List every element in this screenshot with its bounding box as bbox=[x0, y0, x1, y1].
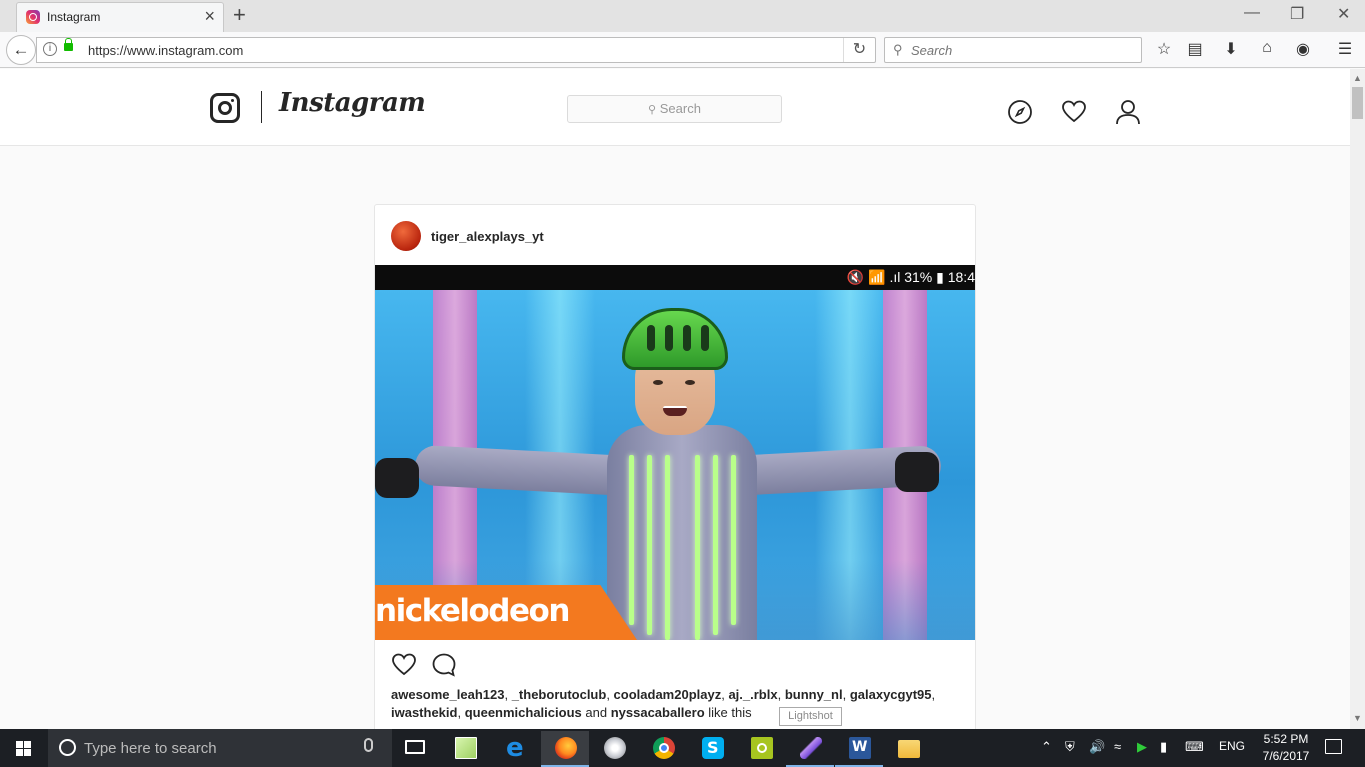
download-icon[interactable]: ⬇ bbox=[1221, 39, 1241, 59]
edge-icon[interactable]: e bbox=[492, 731, 540, 767]
scroll-down-icon[interactable]: ▼ bbox=[1353, 713, 1362, 723]
paint-app-icon[interactable] bbox=[590, 731, 638, 767]
heart-icon[interactable] bbox=[1061, 99, 1087, 125]
tray-expand-icon[interactable]: ⌃ bbox=[1041, 739, 1052, 755]
microphone-icon[interactable] bbox=[364, 738, 373, 752]
comment-icon[interactable] bbox=[431, 652, 457, 678]
new-tab-button[interactable]: + bbox=[233, 2, 246, 28]
liked-by-user[interactable]: nyssacaballero bbox=[611, 705, 705, 720]
start-button[interactable] bbox=[0, 729, 48, 767]
info-icon[interactable]: i bbox=[43, 42, 57, 56]
green-app-icon[interactable] bbox=[737, 731, 785, 767]
skype-icon[interactable]: S bbox=[688, 731, 736, 767]
instagram-favicon-icon bbox=[26, 10, 40, 24]
taskbar-search-placeholder: Type here to search bbox=[84, 740, 217, 757]
play-arrow-icon[interactable]: ▶ bbox=[1137, 739, 1147, 755]
nickelodeon-logo: nickelodeon bbox=[375, 585, 637, 640]
file-explorer-icon[interactable] bbox=[884, 731, 932, 767]
phone-status-bar: 🔇 📶 .ıl 31% ▮ 18:4 bbox=[375, 265, 975, 290]
scroll-thumb[interactable] bbox=[1352, 87, 1363, 119]
instagram-logo[interactable]: Instagram bbox=[279, 88, 426, 118]
lock-icon bbox=[64, 38, 73, 51]
liked-by-and: and bbox=[585, 705, 608, 720]
post-video[interactable]: 🔇 📶 .ıl 31% ▮ 18:4 nickelodeon bbox=[375, 265, 975, 640]
nickelodeon-logo-text: nickelodeon bbox=[375, 593, 570, 629]
notifications-icon[interactable] bbox=[1325, 739, 1342, 754]
post-card: tiger_alexplays_yt 🔇 📶 .ıl 31% ▮ 18:4 ni… bbox=[374, 204, 976, 744]
logo-divider bbox=[261, 91, 262, 123]
notepad-app-icon[interactable] bbox=[441, 731, 489, 767]
phone-status-text: 🔇 📶 .ıl 31% ▮ 18:4 bbox=[846, 269, 975, 285]
clock-date: 7/6/2017 bbox=[1262, 749, 1310, 763]
instagram-camera-icon[interactable] bbox=[210, 93, 240, 123]
liked-by-user[interactable]: galaxycgyt95 bbox=[850, 687, 932, 702]
menu-icon[interactable]: ☰ bbox=[1335, 39, 1355, 59]
cortana-icon[interactable] bbox=[59, 739, 76, 756]
liked-by-user[interactable]: cooladam20playz bbox=[614, 687, 722, 702]
browser-search-input[interactable] bbox=[909, 41, 1135, 59]
post-username[interactable]: tiger_alexplays_yt bbox=[431, 229, 544, 244]
taskbar-clock[interactable]: 5:52 PM 7/6/2017 bbox=[1250, 731, 1322, 765]
liked-by-user[interactable]: awesome_leah123 bbox=[391, 687, 504, 702]
url-text[interactable]: https://www.instagram.com bbox=[88, 43, 243, 58]
shield-icon[interactable]: ⛨ bbox=[1065, 739, 1075, 755]
wifi-icon[interactable]: ≈ bbox=[1114, 739, 1121, 754]
profile-icon[interactable] bbox=[1115, 99, 1141, 125]
chrome-icon[interactable] bbox=[639, 731, 687, 767]
task-view-icon[interactable] bbox=[392, 731, 440, 767]
language-indicator[interactable]: ENG bbox=[1219, 739, 1245, 753]
performer-helmet bbox=[622, 308, 728, 370]
browser-nav-bar: ← i https://www.instagram.com ↻ ⚲ ☆ ▤ ⬇ … bbox=[0, 32, 1365, 68]
feather-app-icon[interactable] bbox=[786, 731, 834, 767]
battery-icon[interactable]: ▮ bbox=[1160, 739, 1167, 755]
browser-tab-bar: Instagram × + — ❐ ✕ bbox=[0, 0, 1365, 32]
word-icon[interactable]: W bbox=[835, 731, 883, 767]
liked-by-user[interactable]: bunny_nl bbox=[785, 687, 843, 702]
compass-icon[interactable] bbox=[1007, 99, 1033, 125]
search-icon: ⚲ bbox=[893, 42, 903, 57]
tab-instagram[interactable]: Instagram × bbox=[16, 2, 224, 32]
instagram-search-placeholder: Search bbox=[659, 101, 701, 116]
firefox-icon[interactable] bbox=[541, 731, 589, 767]
back-button[interactable]: ← bbox=[6, 35, 36, 65]
page-scrollbar[interactable]: ▲ ▼ bbox=[1350, 69, 1365, 729]
bookmark-star-icon[interactable]: ☆ bbox=[1154, 39, 1174, 59]
windows-taskbar: Type here to search e S W ⌃ ⛨ 🔊 ≈ ▶ ▮ ⌨ … bbox=[0, 729, 1365, 767]
url-bar[interactable]: i https://www.instagram.com ↻ bbox=[36, 37, 876, 63]
taskbar-search[interactable]: Type here to search bbox=[48, 729, 392, 767]
avatar[interactable] bbox=[391, 221, 421, 251]
close-window-icon[interactable]: ✕ bbox=[1337, 4, 1350, 24]
keyboard-icon[interactable]: ⌨ bbox=[1185, 739, 1204, 755]
like-heart-icon[interactable] bbox=[391, 652, 417, 678]
clock-time: 5:52 PM bbox=[1263, 732, 1309, 746]
liked-by-user[interactable]: _theborutoclub bbox=[512, 687, 607, 702]
reading-list-icon[interactable]: ▤ bbox=[1185, 39, 1205, 59]
volume-icon[interactable]: 🔊 bbox=[1089, 739, 1105, 755]
reload-icon[interactable]: ↻ bbox=[843, 38, 875, 62]
pocket-icon[interactable]: ◉ bbox=[1293, 39, 1313, 59]
liked-by-text: awesome_leah123, _theborutoclub, coolada… bbox=[391, 687, 936, 720]
close-tab-icon[interactable]: × bbox=[204, 6, 215, 27]
performer-glove bbox=[895, 452, 939, 492]
scroll-up-icon[interactable]: ▲ bbox=[1353, 73, 1362, 83]
liked-by-user[interactable]: queenmichalicious bbox=[465, 705, 582, 720]
video-frame: nickelodeon bbox=[375, 290, 975, 640]
liked-by-suffix: like this bbox=[708, 705, 752, 720]
restore-icon[interactable]: ❐ bbox=[1290, 4, 1304, 24]
performer-suit bbox=[607, 425, 757, 640]
windows-icon bbox=[16, 741, 31, 756]
instagram-search-input[interactable]: ⚲ Search bbox=[567, 95, 782, 123]
minimize-icon[interactable]: — bbox=[1244, 4, 1260, 22]
performer-glove bbox=[375, 458, 419, 498]
browser-search-bar[interactable]: ⚲ bbox=[884, 37, 1142, 63]
instagram-header: Instagram ⚲ Search bbox=[0, 69, 1350, 146]
search-icon: ⚲ bbox=[648, 104, 657, 116]
liked-by-user[interactable]: aj._.rblx bbox=[728, 687, 777, 702]
liked-by-user[interactable]: iwasthekid bbox=[391, 705, 457, 720]
home-icon[interactable]: ⌂ bbox=[1257, 39, 1277, 59]
lightshot-tooltip: Lightshot bbox=[779, 707, 842, 726]
tab-title: Instagram bbox=[47, 10, 101, 24]
